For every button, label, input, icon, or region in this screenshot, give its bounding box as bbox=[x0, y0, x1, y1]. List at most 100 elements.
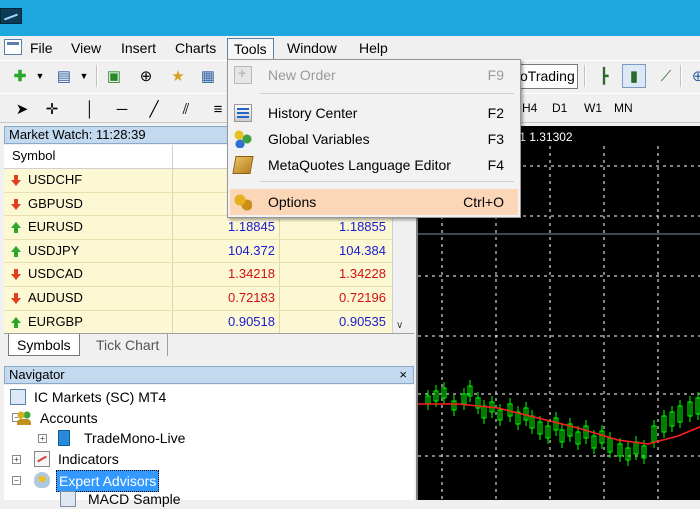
vertical-line-icon[interactable]: │ bbox=[78, 97, 102, 121]
tree-item-account[interactable]: TradeMono-Live bbox=[56, 428, 256, 448]
down-arrow-icon bbox=[10, 292, 22, 305]
navigator-title: Navigator bbox=[9, 367, 65, 382]
favorites-star-icon[interactable]: ★ bbox=[166, 64, 190, 88]
tree-item-expert-advisors[interactable]: Expert Advisors bbox=[34, 470, 234, 492]
menu-item-label: Global Variables bbox=[268, 131, 370, 147]
tree-item-label: TradeMono-Live bbox=[84, 430, 186, 446]
menu-item-label: MetaQuotes Language Editor bbox=[268, 157, 451, 173]
symbol-cell: AUDUSD bbox=[8, 287, 168, 310]
tree-item-label: IC Markets (SC) MT4 bbox=[34, 389, 167, 405]
menu-item-global-variables[interactable]: Global Variables F3 bbox=[230, 126, 518, 152]
close-icon[interactable]: × bbox=[399, 367, 407, 383]
table-row[interactable]: EURGBP 0.90518 0.90535 bbox=[4, 310, 399, 335]
tab-tick-chart[interactable]: Tick Chart bbox=[88, 334, 169, 356]
menu-item-shortcut: F9 bbox=[487, 67, 504, 83]
terminal-window-icon[interactable]: ▦ bbox=[196, 64, 220, 88]
line-chart-icon[interactable]: ⟋ bbox=[654, 64, 678, 88]
trendline-icon[interactable]: ╱ bbox=[142, 97, 166, 121]
menu-help[interactable]: Help bbox=[353, 38, 394, 60]
tree-item-label: Indicators bbox=[58, 451, 119, 467]
market-watch-icon[interactable]: ▣ bbox=[102, 64, 126, 88]
menu-view[interactable]: View bbox=[65, 38, 107, 60]
menu-item-options[interactable]: Options Ctrl+O bbox=[230, 189, 518, 215]
moving-average-line bbox=[418, 403, 700, 445]
symbol-label: USDCAD bbox=[28, 266, 83, 282]
menu-file[interactable]: File bbox=[24, 38, 59, 60]
timeframe-mn[interactable]: MN bbox=[614, 101, 633, 115]
timeframe-d1[interactable]: D1 bbox=[552, 101, 567, 115]
title-bar bbox=[0, 0, 700, 36]
menu-insert[interactable]: Insert bbox=[115, 38, 162, 60]
up-arrow-icon bbox=[10, 316, 22, 329]
menu-item-shortcut: F2 bbox=[487, 105, 504, 121]
navigator-title-bar: Navigator × bbox=[4, 366, 414, 384]
table-row[interactable]: USDCAD 1.34218 1.34228 bbox=[4, 263, 399, 287]
bid-cell: 1.18845 bbox=[172, 216, 278, 239]
toolbar-separator bbox=[584, 65, 586, 87]
autotrading-button[interactable]: oTrading bbox=[516, 64, 578, 89]
expand-icon[interactable]: + bbox=[12, 455, 21, 464]
ask-cell: 1.18855 bbox=[279, 216, 389, 239]
symbol-label: USDCHF bbox=[28, 172, 83, 187]
menu-item-shortcut: Ctrl+O bbox=[463, 194, 504, 210]
channel-icon[interactable]: ⫽ bbox=[174, 97, 198, 121]
dropdown-arrow-icon[interactable]: ▼ bbox=[28, 64, 52, 88]
expand-icon[interactable]: + bbox=[38, 434, 47, 443]
bid-cell: 104.372 bbox=[172, 239, 278, 263]
scroll-down-icon[interactable]: ∨ bbox=[396, 320, 403, 331]
menu-item-metaquotes-language-editor[interactable]: MetaQuotes Language Editor F4 bbox=[230, 152, 518, 178]
cursor-arrow-icon[interactable]: ➤ bbox=[10, 97, 34, 121]
ask-cell: 0.90535 bbox=[279, 310, 389, 334]
crosshair-target-icon[interactable]: ⊕ bbox=[134, 64, 158, 88]
timeframe-h4[interactable]: H4 bbox=[522, 101, 537, 115]
table-row[interactable]: USDJPY 104.372 104.384 bbox=[4, 239, 399, 264]
symbol-cell: GBPUSD bbox=[8, 193, 168, 216]
dropdown-arrow-icon[interactable]: ▼ bbox=[72, 64, 96, 88]
tree-item-indicators[interactable]: Indicators bbox=[34, 449, 234, 469]
symbol-label: EURGBP bbox=[28, 313, 83, 329]
menu-separator bbox=[260, 181, 514, 182]
up-arrow-icon bbox=[10, 245, 22, 258]
tree-item-macd-sample[interactable]: MACD Sample bbox=[60, 489, 260, 509]
up-arrow-icon bbox=[10, 222, 22, 234]
tree-item-accounts[interactable]: Accounts bbox=[16, 408, 216, 428]
symbol-label: GBPUSD bbox=[28, 195, 83, 211]
menu-item-shortcut: F4 bbox=[487, 157, 504, 173]
menu-bar: File View Insert Charts Tools Window Hel… bbox=[0, 36, 700, 60]
symbol-cell: USDJPY bbox=[8, 240, 168, 263]
tree-item-terminal[interactable]: IC Markets (SC) MT4 bbox=[10, 387, 210, 407]
market-watch-tabs: Symbols Tick Chart bbox=[4, 333, 414, 357]
timeframe-w1[interactable]: W1 bbox=[584, 101, 602, 115]
accounts-icon bbox=[16, 410, 32, 426]
ask-cell: 104.384 bbox=[279, 239, 389, 263]
menu-charts[interactable]: Charts bbox=[169, 38, 222, 60]
menu-item-new-order[interactable]: New Order F9 bbox=[230, 62, 518, 88]
tab-symbols[interactable]: Symbols bbox=[8, 334, 80, 356]
chart-window-icon[interactable] bbox=[4, 39, 22, 55]
column-header-symbol[interactable]: Symbol bbox=[8, 145, 168, 168]
toolbar-separator bbox=[96, 65, 98, 87]
candlestick-chart-icon[interactable]: ▮ bbox=[622, 64, 646, 88]
toolbar-separator bbox=[680, 65, 682, 87]
bid-cell: 0.90518 bbox=[172, 310, 278, 334]
tree-item-label: MACD Sample bbox=[88, 491, 181, 507]
horizontal-line-icon[interactable]: ─ bbox=[110, 97, 134, 121]
tools-menu-dropdown: New Order F9 History Center F2 Global Va… bbox=[227, 59, 521, 218]
menu-tools[interactable]: Tools bbox=[227, 38, 274, 60]
account-icon bbox=[58, 430, 70, 446]
bar-chart-icon[interactable]: ┣ bbox=[592, 64, 616, 88]
options-icon bbox=[234, 193, 252, 211]
crosshair-icon[interactable]: ✛ bbox=[40, 97, 64, 121]
table-row[interactable]: EURUSD 1.18845 1.18855 bbox=[4, 216, 399, 240]
menu-window[interactable]: Window bbox=[281, 38, 343, 60]
history-center-icon bbox=[234, 104, 252, 122]
ask-cell: 1.34228 bbox=[279, 263, 389, 286]
symbol-cell: USDCHF bbox=[8, 169, 168, 192]
menu-item-shortcut: F3 bbox=[487, 131, 504, 147]
navigator-tree: IC Markets (SC) MT4 − Accounts + TradeMo… bbox=[4, 385, 414, 507]
zoom-in-icon[interactable]: ⊕ bbox=[686, 64, 700, 88]
collapse-icon[interactable]: − bbox=[12, 476, 21, 485]
table-row[interactable]: AUDUSD 0.72183 0.72196 bbox=[4, 286, 399, 311]
menu-item-history-center[interactable]: History Center F2 bbox=[230, 100, 518, 126]
menu-item-label: Options bbox=[268, 194, 317, 210]
